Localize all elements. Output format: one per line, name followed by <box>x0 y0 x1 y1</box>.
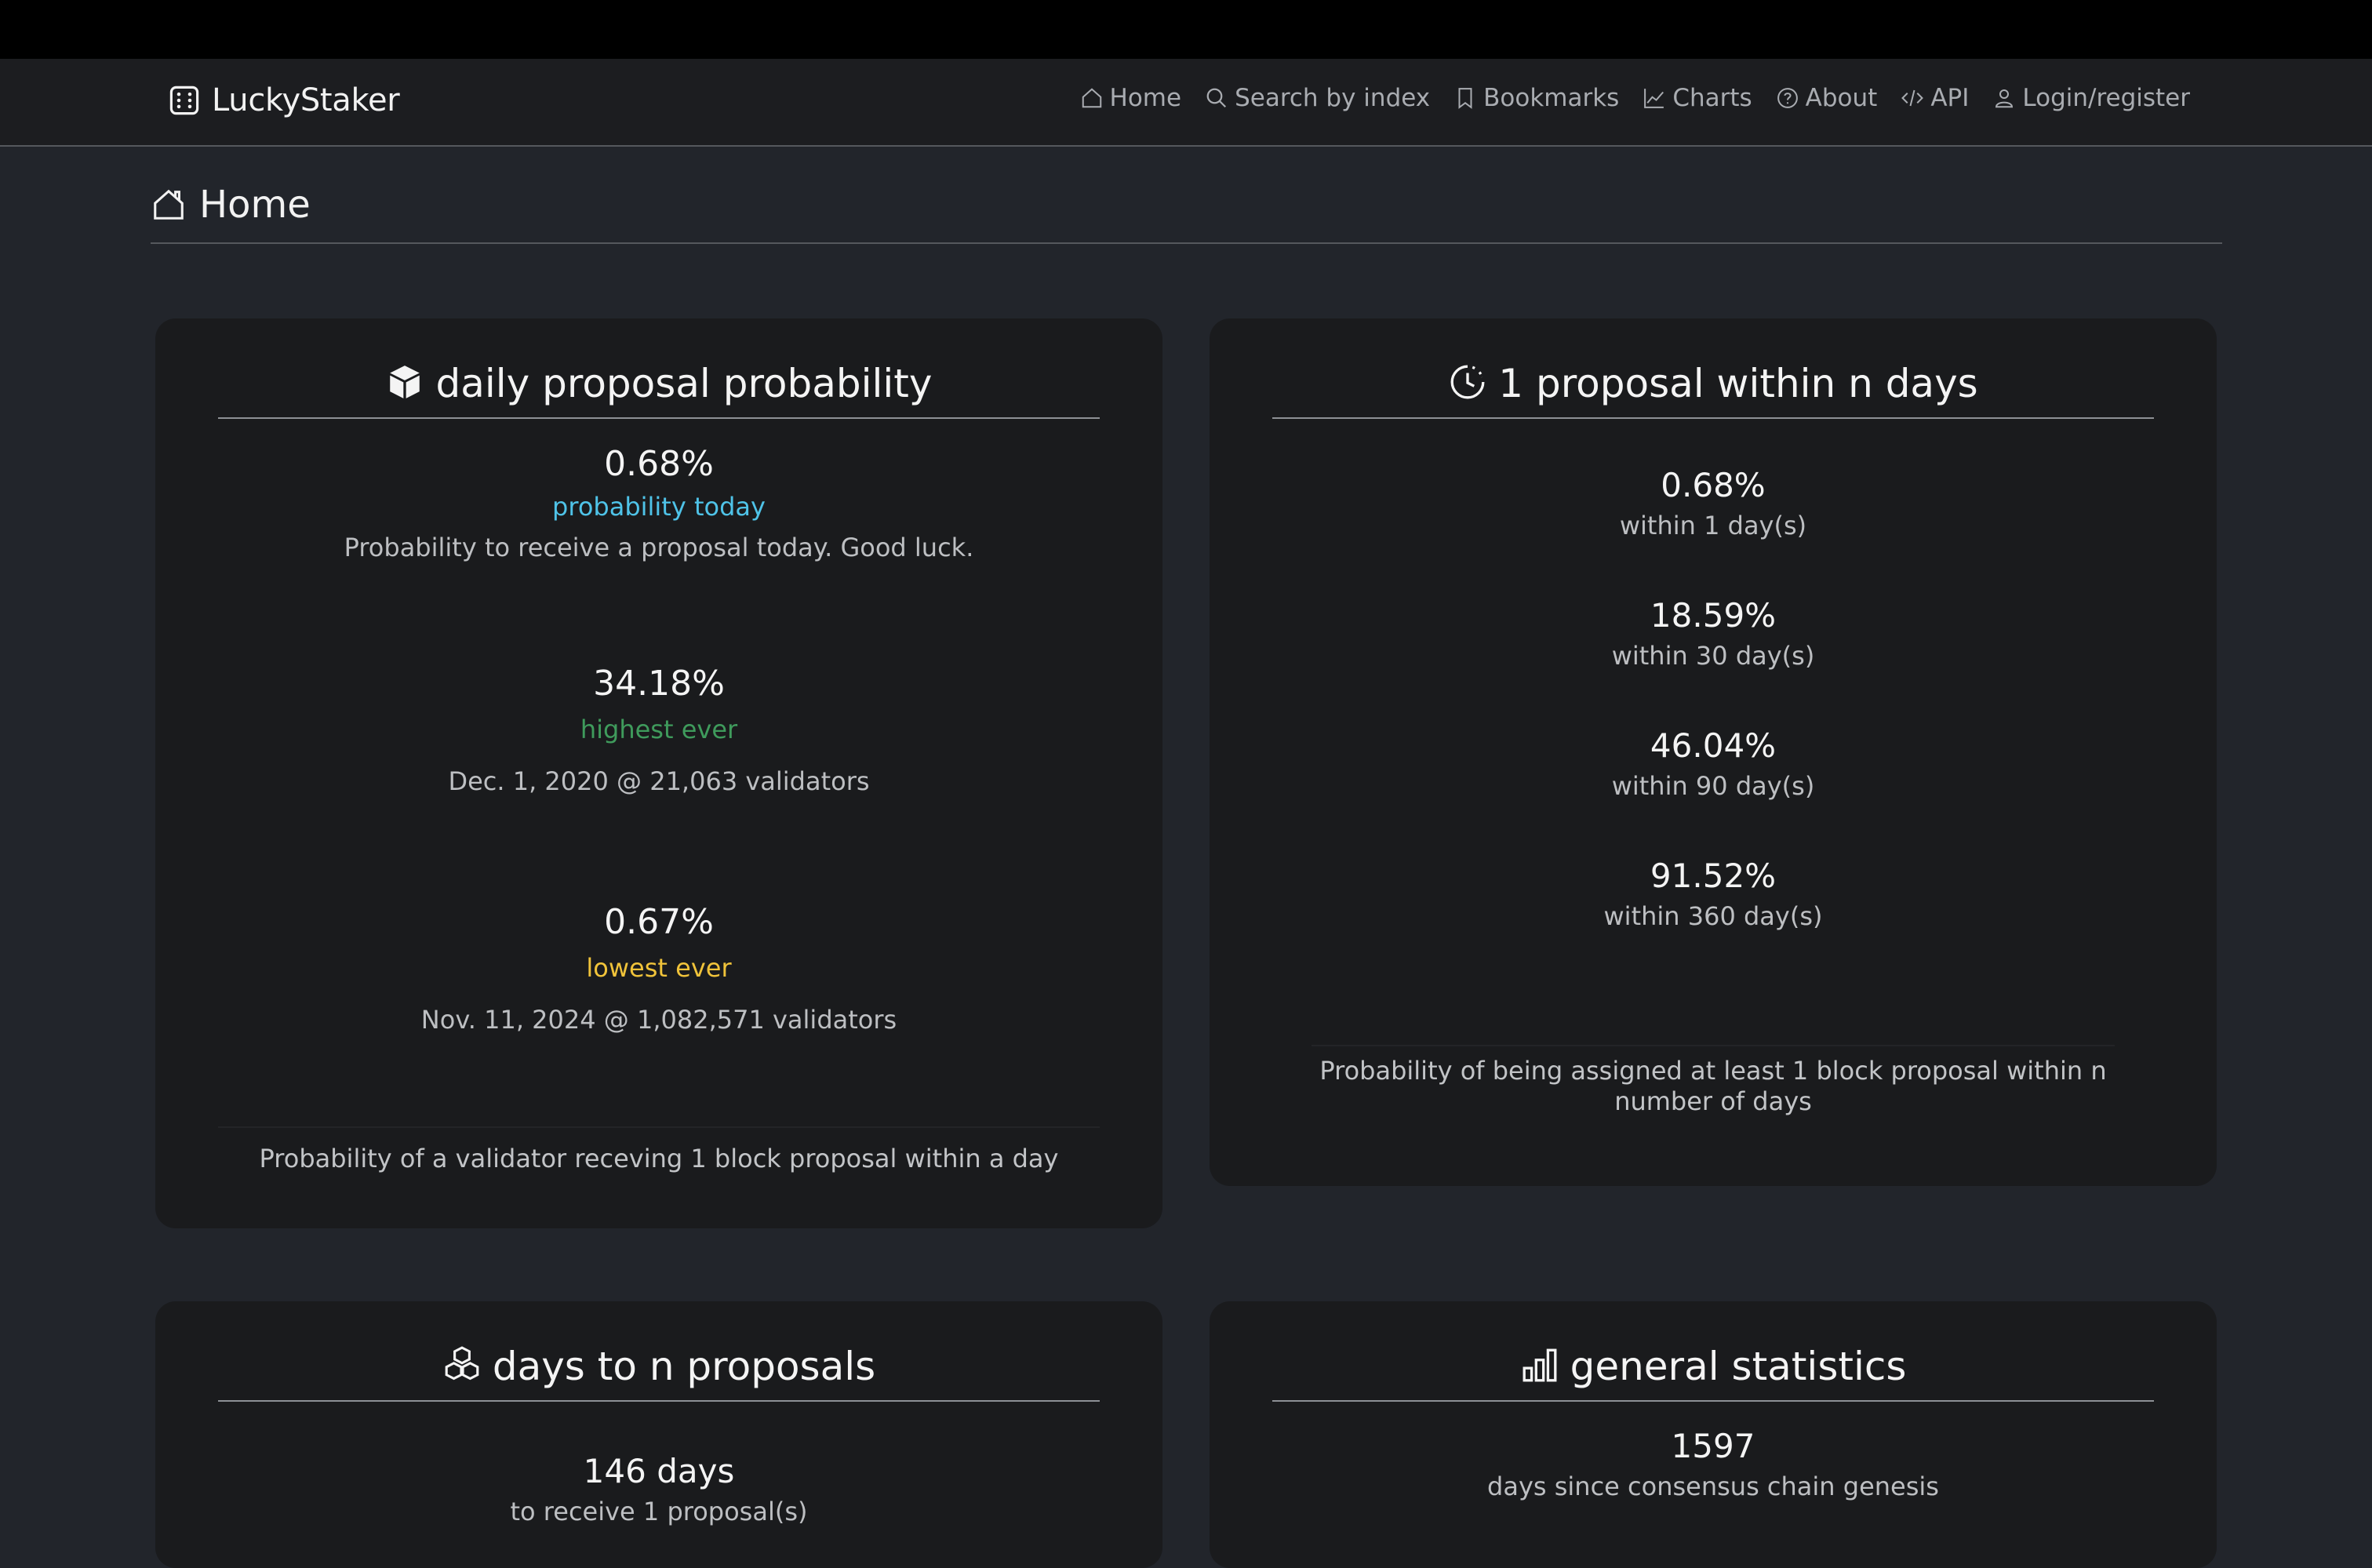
general-statistics-card: general statistics 1597 days since conse… <box>1210 1301 2217 1568</box>
box-icon <box>390 366 420 398</box>
nav-charts[interactable]: Charts <box>1643 84 1752 112</box>
brand-link[interactable]: LuckyStaker <box>168 82 400 118</box>
within-label: within 30 day(s) <box>1611 641 1815 671</box>
days-to-n-card: days to n proposals 146 days to receive … <box>155 1301 1162 1568</box>
home-icon <box>154 189 184 220</box>
genesis-days-label: days since consensus chain genesis <box>1487 1472 1939 1501</box>
highest-value: 34.18% <box>593 664 725 704</box>
within-value: 18.59% <box>1650 596 1777 635</box>
today-label: probability today <box>552 492 766 522</box>
chart-icon <box>1644 89 1664 108</box>
card-title: general statistics <box>1570 1344 1907 1389</box>
search-icon <box>1206 88 1227 108</box>
card-header: daily proposal probability <box>218 318 1100 419</box>
dice-icon <box>169 85 199 115</box>
nav-bookmarks-label: Bookmarks <box>1483 84 1620 112</box>
page-header: Home <box>151 179 2222 244</box>
nav-about-label: About <box>1805 84 1878 112</box>
within-label: within 1 day(s) <box>1619 511 1807 540</box>
user-icon <box>1995 89 2014 108</box>
within-item: 46.04% within 90 day(s) <box>1210 726 2217 801</box>
highest-desc: Dec. 1, 2020 @ 21,063 validators <box>448 766 870 796</box>
lowest-stat: 0.67% lowest ever Nov. 11, 2024 @ 1,082,… <box>155 902 1162 1035</box>
nav-login-label: Login/register <box>2022 84 2190 112</box>
window-top-bar <box>0 0 2372 59</box>
days-to-n-stat: 146 days to receive 1 proposal(s) <box>155 1452 1162 1526</box>
within-n-days-card: 1 proposal within n days 0.68% within 1 … <box>1210 318 2217 1186</box>
card-header: 1 proposal within n days <box>1272 318 2154 419</box>
card-header: days to n proposals <box>218 1301 1100 1402</box>
page-title: Home <box>199 183 311 227</box>
bar-chart-icon <box>1523 1348 1557 1382</box>
nav-api[interactable]: API <box>1901 84 1969 112</box>
nav-about[interactable]: About <box>1776 84 1878 112</box>
nav-bookmarks[interactable]: Bookmarks <box>1453 84 1619 112</box>
nav-charts-label: Charts <box>1672 84 1752 112</box>
today-desc: Probability to receive a proposal today.… <box>344 533 974 562</box>
general-stat: 1597 days since consensus chain genesis <box>1210 1427 2217 1501</box>
card-title: daily proposal probability <box>435 361 933 406</box>
nav-home-label: Home <box>1109 84 1182 112</box>
card-title: days to n proposals <box>492 1344 876 1389</box>
home-icon <box>1082 88 1101 108</box>
card-title: 1 proposal within n days <box>1498 361 1978 406</box>
today-value: 0.68% <box>604 444 714 484</box>
bookmark-icon <box>1458 88 1472 109</box>
nav-login[interactable]: Login/register <box>1992 84 2190 112</box>
within-value: 0.68% <box>1661 466 1766 504</box>
lowest-desc: Nov. 11, 2024 @ 1,082,571 validators <box>420 1005 897 1035</box>
days-value: 146 days <box>583 1452 735 1490</box>
brand-name: LuckyStaker <box>212 82 400 118</box>
within-label: within 360 day(s) <box>1603 901 1823 931</box>
nav-home[interactable]: Home <box>1080 84 1182 112</box>
nav-search[interactable]: Search by index <box>1205 84 1430 112</box>
nav-search-label: Search by index <box>1235 84 1431 112</box>
days-label: to receive 1 proposal(s) <box>510 1497 808 1526</box>
card-footer: Probability of a validator receving 1 bl… <box>218 1126 1100 1174</box>
card-footer: Probability of being assigned at least 1… <box>1312 1045 2115 1117</box>
today-stat: 0.68% probability today Probability to r… <box>155 444 1162 562</box>
highest-label: highest ever <box>580 715 738 744</box>
within-item: 18.59% within 30 day(s) <box>1210 596 2217 671</box>
within-item: 0.68% within 1 day(s) <box>1210 466 2217 540</box>
lowest-label: lowest ever <box>586 953 732 983</box>
nav-menu: Home Search by index Bookmarks Charts Ab… <box>1080 84 2190 112</box>
navbar: LuckyStaker Home Search by index Bookmar… <box>0 59 2372 147</box>
code-icon <box>1901 89 1924 107</box>
lowest-value: 0.67% <box>604 902 714 942</box>
question-circle-icon <box>1777 88 1798 108</box>
within-value: 91.52% <box>1650 857 1777 895</box>
clock-history-icon <box>1450 365 1485 399</box>
within-value: 46.04% <box>1650 726 1777 765</box>
card-header: general statistics <box>1272 1301 2154 1402</box>
within-label: within 90 day(s) <box>1611 771 1815 801</box>
daily-probability-card: daily proposal probability 0.68% probabi… <box>155 318 1162 1228</box>
highest-stat: 34.18% highest ever Dec. 1, 2020 @ 21,06… <box>155 664 1162 796</box>
within-item: 91.52% within 360 day(s) <box>1210 857 2217 931</box>
boxes-icon <box>445 1346 479 1381</box>
genesis-days-value: 1597 <box>1671 1427 1755 1465</box>
nav-api-label: API <box>1930 84 1970 112</box>
